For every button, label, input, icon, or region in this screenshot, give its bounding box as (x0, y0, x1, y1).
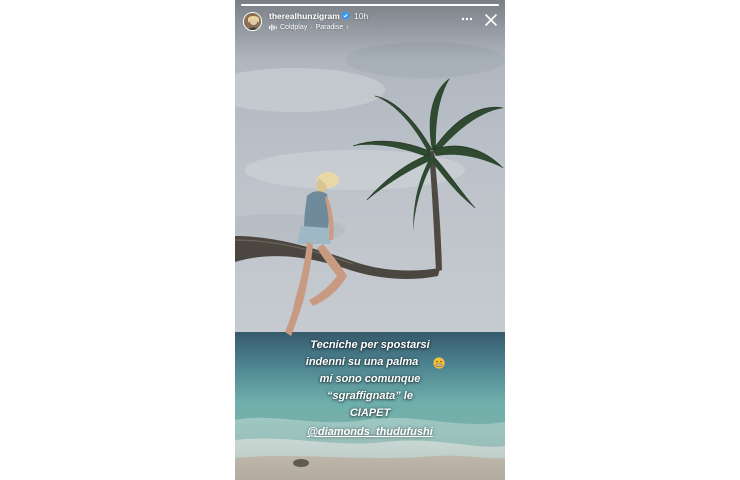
story-progress-bar (241, 4, 499, 6)
music-attribution[interactable]: Coldplay · Paradise › (269, 22, 349, 32)
caption-line: “sgraffignata” le (327, 390, 413, 402)
grimacing-face-icon (433, 357, 445, 369)
verified-badge-icon (341, 11, 350, 20)
music-bars-icon (269, 24, 277, 30)
more-options-icon[interactable] (460, 14, 474, 24)
time-ago: 10h (354, 11, 369, 21)
mention-sticker[interactable]: @diamonds_thudufushi (235, 426, 505, 438)
caption-line: indenni su una palma (305, 356, 419, 368)
music-artist: Coldplay (280, 23, 308, 31)
avatar[interactable] (243, 12, 262, 31)
music-song: Paradise (315, 23, 344, 31)
caption-line: mi sono comunque (319, 373, 421, 385)
username[interactable]: therealhunzigram (269, 11, 340, 21)
story-viewer[interactable]: therealhunzigram 10h Coldplay · Paradise… (235, 0, 505, 480)
story-progress-fill (241, 4, 499, 6)
close-icon[interactable] (484, 13, 498, 27)
caption-line: CIAPET (349, 407, 391, 419)
music-separator: · (310, 23, 313, 31)
mention-text[interactable]: @diamonds_thudufushi (307, 426, 433, 438)
caption-line: Tecniche per spostarsi (310, 339, 430, 351)
chevron-right-icon: › (346, 23, 349, 31)
